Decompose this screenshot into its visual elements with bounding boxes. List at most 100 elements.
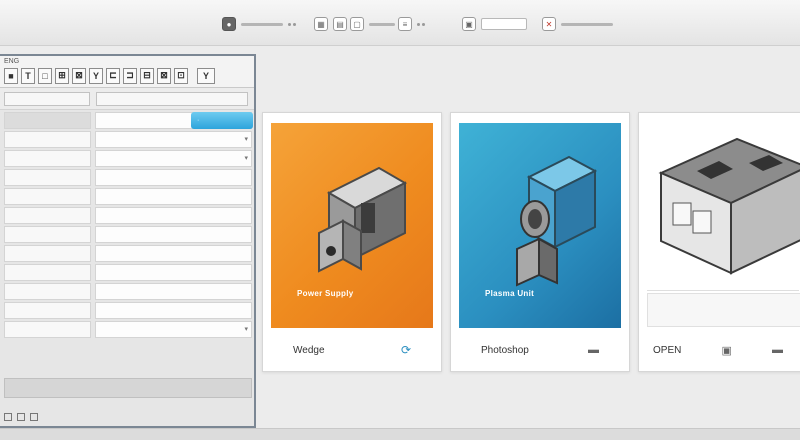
property-value[interactable] xyxy=(95,207,252,224)
property-value[interactable] xyxy=(95,188,252,205)
status-square-icon[interactable] xyxy=(30,413,38,421)
card-caption-label: Photoshop xyxy=(481,344,529,356)
panel-tab[interactable]: ⊟ xyxy=(140,67,154,84)
panel-tab[interactable]: Y xyxy=(197,67,215,84)
panel-tab[interactable]: ⊏ xyxy=(106,67,120,84)
layers-icon[interactable]: ≡ xyxy=(398,17,412,31)
toolbar-dots xyxy=(288,22,296,26)
panel-filter-box[interactable] xyxy=(4,91,90,106)
property-value[interactable]: · xyxy=(95,112,253,129)
panel-tab[interactable]: ⊐ xyxy=(123,67,137,84)
product-card[interactable]: OPEN ▣ ▬ xyxy=(638,112,800,372)
card-art-title: Power Supply xyxy=(297,289,354,298)
menu-icon[interactable]: ▬ xyxy=(772,344,783,356)
property-value[interactable] xyxy=(95,264,252,281)
status-square-icon[interactable] xyxy=(4,413,12,421)
property-value[interactable] xyxy=(95,302,252,319)
panel-tab[interactable]: ■ xyxy=(4,67,18,84)
card-detail-bar xyxy=(647,293,800,327)
device-icon[interactable]: ▣ xyxy=(721,344,731,357)
toolbar-line xyxy=(241,22,283,26)
toolbar-dots xyxy=(417,22,425,26)
property-name xyxy=(4,188,91,205)
document-icon[interactable]: ▢ xyxy=(350,17,364,31)
status-square-icon[interactable] xyxy=(17,413,25,421)
toolbar-line xyxy=(561,22,613,26)
panel-tab[interactable]: Y xyxy=(89,67,103,84)
table-row[interactable] xyxy=(4,302,252,319)
properties-panel: ENG ■ T □ ⊞ ⊠ Y ⊏ ⊐ ⊟ ⊠ ⊡ Y · ▾ ▾ ▾ xyxy=(0,54,256,428)
grid-icon[interactable]: ▦ xyxy=(314,17,328,31)
property-value[interactable] xyxy=(95,245,252,262)
chevron-down-icon[interactable]: ▾ xyxy=(244,325,248,333)
property-value[interactable]: ▾ xyxy=(95,150,252,167)
app-icon[interactable]: ● xyxy=(222,17,236,31)
table-row[interactable] xyxy=(4,207,252,224)
panel-corner-label: ENG xyxy=(4,58,20,65)
toolbar-group-app[interactable]: ● xyxy=(222,14,296,34)
table-row[interactable] xyxy=(4,226,252,243)
property-value[interactable]: ▾ xyxy=(95,321,252,338)
panel-footer-bar xyxy=(4,378,252,398)
panel-tab[interactable]: ⊠ xyxy=(72,67,86,84)
toolbar-group-layers[interactable]: ≡ xyxy=(398,14,425,34)
toolbar-line xyxy=(369,22,395,26)
close-icon[interactable]: ✕ xyxy=(542,17,556,31)
table-row[interactable] xyxy=(4,169,252,186)
table-row[interactable] xyxy=(4,264,252,281)
panel-subheader xyxy=(0,88,254,110)
card-caption: Photoshop ▬ xyxy=(451,329,629,371)
property-name xyxy=(4,245,91,262)
bottom-scroll-strip[interactable] xyxy=(0,428,800,440)
toolbar-group-grid[interactable]: ▦ ▤ xyxy=(314,14,347,34)
property-name xyxy=(4,112,91,129)
chevron-down-icon[interactable]: ▾ xyxy=(244,154,248,162)
toolbar-group-close[interactable]: ✕ xyxy=(542,14,613,34)
product-card[interactable]: Plasma Unit Photoshop ▬ xyxy=(450,112,630,372)
top-toolbar: ● ▦ ▤ ▢ ≡ ▣ ✕ xyxy=(0,0,800,46)
toolbar-group-settings[interactable]: ▣ xyxy=(462,14,527,34)
panel-tab[interactable]: T xyxy=(21,67,35,84)
connector-illustration xyxy=(516,155,598,287)
component-illustration xyxy=(658,137,800,275)
property-name xyxy=(4,169,91,186)
table-row[interactable]: · xyxy=(4,112,253,129)
chevron-down-icon[interactable]: ▾ xyxy=(244,135,248,143)
product-card[interactable]: Power Supply Wedge ⟳ xyxy=(262,112,442,372)
card-caption: OPEN ▣ ▬ xyxy=(639,329,800,371)
panel-tab[interactable]: □ xyxy=(38,67,52,84)
property-value[interactable] xyxy=(95,283,252,300)
property-value[interactable] xyxy=(95,169,252,186)
card-artwork xyxy=(647,123,800,291)
panel-tab-strip: ■ T □ ⊞ ⊠ Y ⊏ ⊐ ⊟ ⊠ ⊡ Y xyxy=(4,67,215,84)
table-row[interactable]: ▾ xyxy=(4,321,252,338)
property-value[interactable] xyxy=(95,226,252,243)
panel-search-box[interactable] xyxy=(96,91,248,106)
settings-icon[interactable]: ▣ xyxy=(462,17,476,31)
table-row[interactable] xyxy=(4,188,252,205)
property-name xyxy=(4,321,91,338)
table-row[interactable] xyxy=(4,245,252,262)
table-row[interactable]: ▾ xyxy=(4,131,252,148)
card-artwork: Power Supply xyxy=(271,123,433,328)
property-name xyxy=(4,283,91,300)
property-name xyxy=(4,302,91,319)
menu-icon[interactable]: ▬ xyxy=(588,344,599,356)
property-name xyxy=(4,264,91,281)
table-row[interactable] xyxy=(4,283,252,300)
panel-tab[interactable]: ⊠ xyxy=(157,67,171,84)
panel-tab[interactable]: ⊡ xyxy=(174,67,188,84)
panel-header: ENG ■ T □ ⊞ ⊠ Y ⊏ ⊐ ⊟ ⊠ ⊡ Y xyxy=(0,56,254,88)
refresh-icon[interactable]: ⟳ xyxy=(401,343,411,357)
table-row[interactable]: ▾ xyxy=(4,150,252,167)
panel-status-bar xyxy=(4,410,252,424)
property-name xyxy=(4,207,91,224)
toolbar-group-document[interactable]: ▢ xyxy=(350,14,395,34)
property-value[interactable]: ▾ xyxy=(95,131,252,148)
card-caption: Wedge ⟳ xyxy=(263,329,441,371)
panel-tab[interactable]: ⊞ xyxy=(55,67,69,84)
grid-sub-icon[interactable]: ▤ xyxy=(333,17,347,31)
toolbar-field[interactable] xyxy=(481,18,527,30)
selected-value[interactable]: · xyxy=(191,112,253,129)
card-art-title: Plasma Unit xyxy=(485,289,535,298)
